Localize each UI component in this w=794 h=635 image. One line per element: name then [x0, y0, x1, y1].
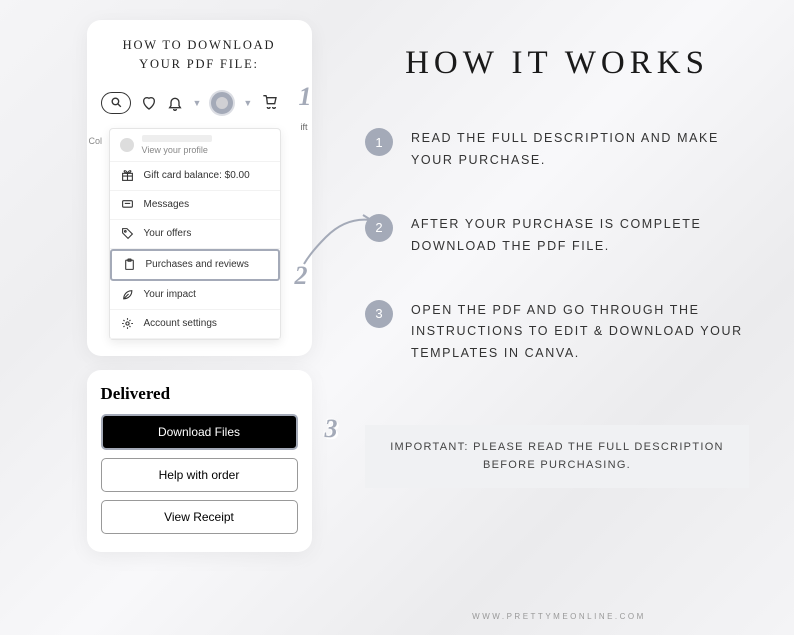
purchases-label: Purchases and reviews — [146, 259, 249, 270]
caret-icon: ▼ — [243, 98, 252, 108]
offers-label: Your offers — [144, 228, 192, 239]
username-blur — [142, 135, 212, 142]
behind-label: ift — [300, 122, 307, 132]
dd-purchases[interactable]: Purchases and reviews — [110, 249, 280, 281]
left-column: HOW TO DOWNLOAD YOUR PDF FILE: ▼ ▼ 1 — [0, 0, 340, 635]
clipboard-icon — [122, 257, 138, 273]
dd-messages[interactable]: Messages — [110, 191, 280, 220]
delivered-title: Delivered — [101, 384, 298, 404]
avatar-highlighted[interactable] — [211, 92, 233, 114]
cart-icon[interactable] — [262, 95, 278, 111]
view-receipt-button[interactable]: View Receipt — [101, 500, 298, 534]
search-pill[interactable] — [101, 92, 131, 114]
leaf-icon — [120, 287, 136, 303]
search-icon — [110, 95, 123, 111]
caret-icon: ▼ — [193, 98, 202, 108]
card-title: HOW TO DOWNLOAD YOUR PDF FILE: — [101, 36, 298, 74]
badge-3: 3 — [325, 414, 338, 444]
step-text-2: AFTER YOUR PURCHASE IS COMPLETE DOWNLOAD… — [411, 214, 749, 258]
gear-icon — [120, 316, 136, 332]
dd-settings[interactable]: Account settings — [110, 310, 280, 339]
messages-label: Messages — [144, 199, 190, 210]
account-dropdown: View your profile Gift card balance: $0.… — [109, 128, 281, 340]
step-1: 1 READ THE FULL DESCRIPTION AND MAKE YOU… — [365, 128, 749, 172]
dd-giftcard[interactable]: Gift card balance: $0.00 — [110, 162, 280, 191]
impact-label: Your impact — [144, 289, 196, 300]
footer-url: WWW.PRETTYMEONLINE.COM — [369, 612, 749, 621]
avatar-icon — [120, 138, 134, 152]
bell-icon[interactable] — [167, 95, 183, 111]
gift-label: Gift card balance: $0.00 — [144, 170, 250, 181]
step-circle-3: 3 — [365, 300, 393, 328]
help-order-button[interactable]: Help with order — [101, 458, 298, 492]
step-3: 3 OPEN THE PDF AND GO THROUGH THE INSTRU… — [365, 300, 749, 366]
view-profile-label: View your profile — [142, 145, 212, 155]
top-icon-row: ▼ ▼ 1 — [101, 88, 298, 118]
important-notice: IMPORTANT: PLEASE READ THE FULL DESCRIPT… — [365, 425, 749, 488]
right-column: HOW IT WORKS 1 READ THE FULL DESCRIPTION… — [340, 0, 794, 635]
main-title: HOW IT WORKS — [365, 45, 749, 82]
dd-offers[interactable]: Your offers — [110, 220, 280, 249]
message-icon — [120, 197, 136, 213]
step-2: 2 AFTER YOUR PURCHASE IS COMPLETE DOWNLO… — [365, 214, 749, 258]
col-label: Col — [89, 136, 103, 146]
badge-1: 1 — [299, 82, 312, 112]
download-files-button[interactable]: Download Files — [101, 414, 298, 450]
gift-icon — [120, 168, 136, 184]
step-circle-1: 1 — [365, 128, 393, 156]
step-text-3: OPEN THE PDF AND GO THROUGH THE INSTRUCT… — [411, 300, 749, 366]
settings-label: Account settings — [144, 318, 217, 329]
delivered-card: Delivered Download Files Help with order… — [87, 370, 312, 552]
tag-icon — [120, 226, 136, 242]
dd-impact[interactable]: Your impact — [110, 281, 280, 310]
step-text-1: READ THE FULL DESCRIPTION AND MAKE YOUR … — [411, 128, 749, 172]
download-instructions-card: HOW TO DOWNLOAD YOUR PDF FILE: ▼ ▼ 1 — [87, 20, 312, 356]
dd-profile[interactable]: View your profile — [110, 129, 280, 162]
heart-icon[interactable] — [141, 95, 157, 111]
arrow-icon — [296, 212, 376, 272]
